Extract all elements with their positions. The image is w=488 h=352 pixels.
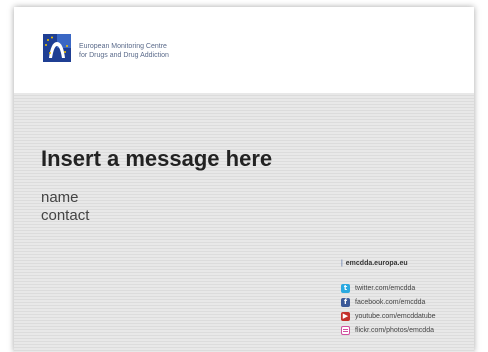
slide: European Monitoring Centre for Drugs and… bbox=[14, 7, 474, 352]
social-link-label: facebook.com/emcdda bbox=[355, 298, 426, 306]
organization-name: European Monitoring Centre for Drugs and… bbox=[79, 42, 169, 60]
flickr-icon bbox=[341, 325, 350, 335]
slide-header: European Monitoring Centre for Drugs and… bbox=[14, 7, 474, 93]
emcdda-logo-icon bbox=[43, 34, 71, 62]
social-link-label: flickr.com/photos/emcdda bbox=[355, 326, 434, 334]
website-label: emcdda.europa.eu bbox=[345, 260, 408, 267]
organization-name-line2: for Drugs and Drug Addiction bbox=[79, 52, 169, 59]
youtube-icon: ▶ bbox=[341, 311, 350, 321]
slide-body: Insert a message here name contact | emc… bbox=[14, 93, 474, 352]
social-link-twitter[interactable]: t twitter.com/emcdda bbox=[341, 281, 436, 295]
organization-name-line1: European Monitoring Centre bbox=[79, 43, 167, 50]
twitter-icon: t bbox=[341, 283, 350, 293]
name-text[interactable]: name bbox=[41, 189, 79, 206]
social-link-label: twitter.com/emcdda bbox=[355, 284, 416, 292]
social-link-label: youtube.com/emcddatube bbox=[355, 312, 436, 320]
social-link-youtube[interactable]: ▶ youtube.com/emcddatube bbox=[341, 309, 436, 323]
website-link[interactable]: | emcdda.europa.eu bbox=[341, 260, 408, 267]
website-separator: | bbox=[341, 260, 343, 267]
facebook-icon: f bbox=[341, 297, 350, 307]
contact-text[interactable]: contact bbox=[41, 207, 89, 224]
message-title[interactable]: Insert a message here bbox=[41, 146, 272, 172]
social-link-flickr[interactable]: flickr.com/photos/emcdda bbox=[341, 323, 436, 337]
social-link-facebook[interactable]: f facebook.com/emcdda bbox=[341, 295, 436, 309]
social-links: t twitter.com/emcdda f facebook.com/emcd… bbox=[341, 281, 436, 337]
